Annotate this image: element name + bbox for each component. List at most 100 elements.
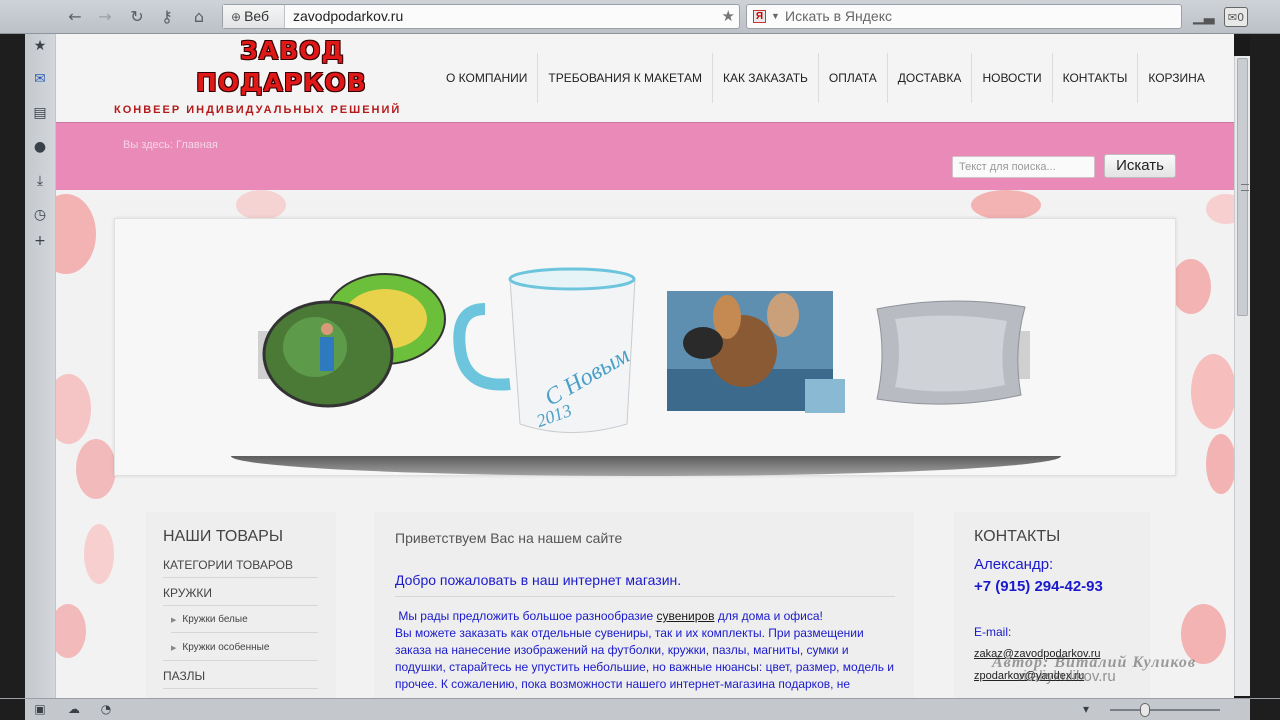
divider — [163, 660, 318, 661]
main-menu: О КОМПАНИИ ТРЕБОВАНИЯ К МАКЕТАМ КАК ЗАКА… — [436, 34, 1215, 122]
yandex-search-box[interactable]: Я ▼ Искать в Яндекс — [746, 4, 1182, 29]
subcategory-special-mugs[interactable]: ▶ Кружки особенные — [171, 642, 269, 653]
key-icon[interactable]: ⚷ — [156, 6, 178, 28]
subcategory-white-mugs[interactable]: ▶ Кружки белые — [171, 614, 248, 625]
address-bar[interactable]: ⊕ Веб zavodpodarkov.ru ★ — [222, 4, 740, 29]
intro-after-link: для дома и офиса! — [714, 609, 823, 623]
balloon-decoration — [1171, 259, 1211, 314]
menu-item-news[interactable]: НОВОСТИ — [971, 53, 1051, 103]
globe-icon: ⊕ — [231, 10, 242, 24]
email-label: E-mail: — [974, 625, 1012, 639]
site-search-button[interactable]: Искать — [1104, 154, 1176, 178]
balloon-decoration — [1206, 434, 1234, 494]
mail-counter-icon[interactable]: ✉0 — [1224, 7, 1248, 27]
divider — [395, 596, 895, 597]
slider-images: С Новым 2013 — [258, 267, 1030, 433]
main-content-panel: Приветствуем Вас на нашем сайте Добро по… — [374, 512, 914, 698]
contacts-icon[interactable]: ● — [31, 138, 49, 156]
souvenirs-link[interactable]: сувениров — [657, 609, 715, 623]
scrollbar-thumb[interactable] — [1237, 58, 1249, 316]
forward-icon[interactable]: → — [94, 6, 116, 28]
divider — [163, 577, 318, 578]
coasters-image[interactable] — [262, 273, 446, 408]
web-page: ЗАВОД ПОДАРКОВ КОНВЕЕР ИНДИВИДУАЛЬНЫХ РЕ… — [56, 34, 1234, 698]
menu-item-about[interactable]: О КОМПАНИИ — [436, 53, 537, 103]
browser-sidebar: ★ ✉ ▤ ● ⤓ ◷ + — [0, 34, 56, 698]
balloon-decoration — [1206, 194, 1234, 224]
breadcrumb-prefix: Вы здесь: — [123, 139, 173, 151]
menu-item-requirements[interactable]: ТРЕБОВАНИЯ К МАКЕТАМ — [537, 53, 712, 103]
site-search-input[interactable]: Текст для поиска... — [952, 156, 1095, 178]
divider — [163, 688, 318, 689]
welcome-text: Добро пожаловать в наш интернет магазин. — [395, 572, 682, 588]
status-bar: ▣ ☁ ◔ ▾ — [0, 698, 1280, 720]
home-icon[interactable]: ⌂ — [188, 6, 210, 28]
categories-label[interactable]: КАТЕГОРИИ ТОВАРОВ — [163, 558, 293, 572]
balloon-decoration — [84, 524, 114, 584]
balloon-decoration — [236, 190, 286, 220]
signal-icon[interactable]: ▁▃ — [1193, 7, 1215, 27]
puzzle-image[interactable] — [667, 291, 845, 413]
search-placeholder[interactable]: Искать в Яндекс — [785, 5, 892, 28]
category-puzzles[interactable]: ПАЗЛЫ — [163, 669, 205, 683]
balloon-decoration — [1191, 354, 1234, 429]
history-icon[interactable]: ◷ — [31, 206, 49, 224]
menu-item-how-to-order[interactable]: КАК ЗАКАЗАТЬ — [711, 53, 818, 103]
browser-toolbar: ← → ↻ ⚷ ⌂ ⊕ Веб zavodpodarkov.ru ★ Я ▼ Ис… — [0, 0, 1280, 34]
back-icon[interactable]: ← — [64, 6, 86, 28]
yandex-logo-icon[interactable]: Я — [753, 10, 766, 23]
reload-icon[interactable]: ↻ — [126, 6, 148, 28]
menu-item-payment[interactable]: ОПЛАТА — [817, 53, 887, 103]
web-tag[interactable]: ⊕ Веб — [223, 5, 285, 28]
menu-item-contacts[interactable]: КОНТАКТЫ — [1051, 53, 1138, 103]
add-panel-icon[interactable]: + — [31, 232, 49, 250]
divider — [163, 605, 318, 606]
zoom-slider-track[interactable] — [1110, 709, 1220, 711]
products-heading: НАШИ ТОВАРЫ — [163, 528, 283, 545]
subcategory-white-mugs-label: Кружки белые — [182, 614, 248, 625]
contacts-heading: КОНТАКТЫ — [974, 528, 1061, 545]
web-tag-label: Веб — [244, 8, 270, 24]
products-panel: НАШИ ТОВАРЫ КАТЕГОРИИ ТОВАРОВ КРУЖКИ ▶ Кр… — [146, 512, 336, 698]
breadcrumb-bar: Вы здесь: Главная Текст для поиска... Ис… — [56, 122, 1234, 190]
intro-line1: Мы рады предложить большое разнообразие … — [395, 608, 895, 625]
greeting-heading: Приветствуем Вас на нашем сайте — [395, 530, 623, 546]
notes-icon[interactable]: ▤ — [31, 104, 49, 122]
zoom-slider-knob[interactable] — [1140, 703, 1150, 717]
grip-icon — [1241, 184, 1249, 191]
menu-item-cart[interactable]: КОРЗИНА — [1137, 53, 1214, 103]
site-header: ЗАВОД ПОДАРКОВ КОНВЕЕР ИНДИВИДУАЛЬНЫХ РЕ… — [56, 34, 1234, 122]
logo-tagline: КОНВЕЕР ИНДИВИДУАЛЬНЫХ РЕШЕНИЙ — [114, 104, 402, 116]
intro-line2: Вы можете заказать как отдельные сувенир… — [395, 626, 895, 691]
speed-dial-icon[interactable]: ◔ — [98, 701, 114, 717]
dropdown-arrow-icon[interactable]: ▼ — [771, 5, 780, 28]
arrow-icon: ▶ — [171, 617, 177, 624]
balloon-decoration — [76, 439, 116, 499]
subcategory-special-mugs-label: Кружки особенные — [182, 642, 270, 653]
mug-image[interactable]: С Новым 2013 — [453, 267, 636, 433]
intro-paragraph: Мы рады предложить большое разнообразие … — [395, 608, 895, 693]
bookmark-star-icon[interactable]: ★ — [722, 5, 735, 28]
right-edge — [1250, 34, 1280, 698]
downloads-icon[interactable]: ⤓ — [31, 172, 49, 190]
breadcrumb-current[interactable]: Главная — [176, 139, 218, 151]
balloon-decoration — [56, 374, 91, 444]
url-text[interactable]: zavodpodarkov.ru — [293, 5, 403, 28]
intro-before-link: Мы рады предложить большое разнообразие — [398, 609, 657, 623]
pillow-image[interactable] — [876, 300, 1026, 405]
product-slider: С Новым 2013 — [114, 218, 1176, 476]
logo-line2[interactable]: ПОДАРКОВ — [196, 68, 367, 97]
category-mugs[interactable]: КРУЖКИ — [163, 586, 212, 600]
bookmarks-icon[interactable]: ★ — [31, 37, 49, 55]
balloon-decoration — [56, 194, 96, 274]
cloud-icon[interactable]: ☁ — [66, 701, 82, 717]
mail-icon[interactable]: ✉ — [31, 70, 49, 88]
contact-phone[interactable]: +7 (915) 294-42-93 — [974, 578, 1103, 595]
logo-line1[interactable]: ЗАВОД — [240, 36, 345, 65]
menu-item-delivery[interactable]: ДОСТАВКА — [886, 53, 972, 103]
panel-toggle-icon[interactable]: ▣ — [32, 701, 48, 717]
divider — [171, 632, 318, 633]
site-watermark: vitaliykulikov.ru — [1016, 668, 1116, 685]
page-scrollbar[interactable] — [1234, 56, 1250, 696]
zoom-arrow-icon[interactable]: ▾ — [1078, 701, 1094, 717]
